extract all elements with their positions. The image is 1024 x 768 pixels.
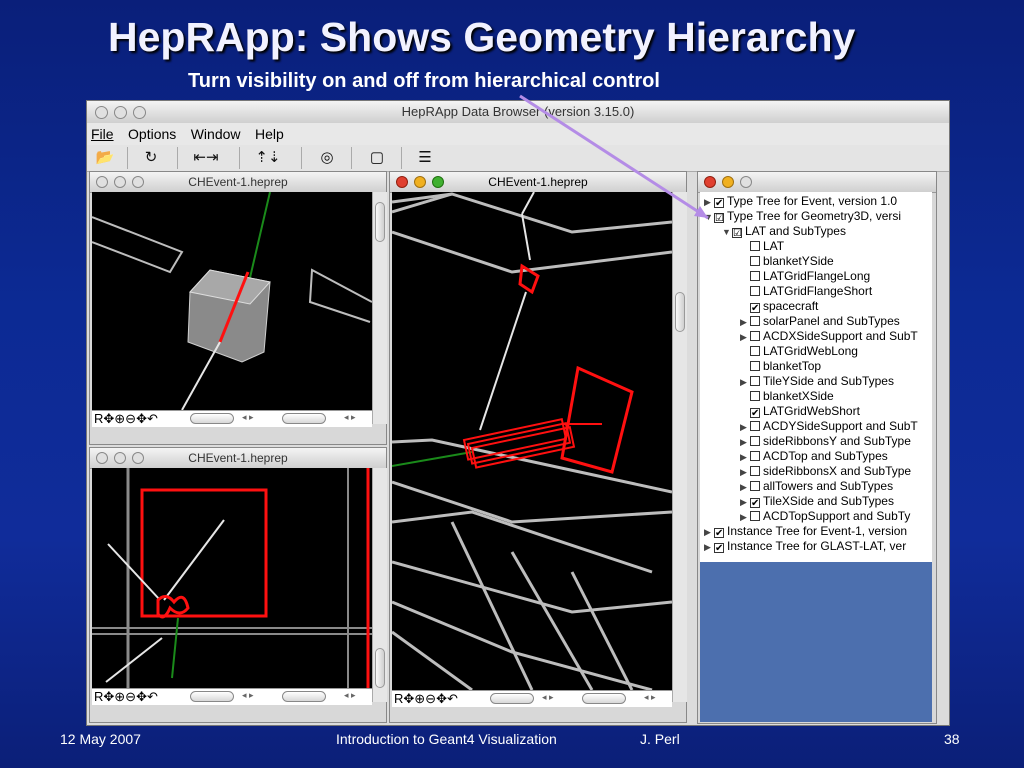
footer-author: J. Perl (640, 731, 680, 747)
footer-page-number: 38 (944, 731, 960, 747)
footer-date: 12 May 2007 (60, 731, 141, 747)
callout-arrow (519, 94, 709, 220)
footer-title: Introduction to Geant4 Visualization (336, 731, 557, 747)
